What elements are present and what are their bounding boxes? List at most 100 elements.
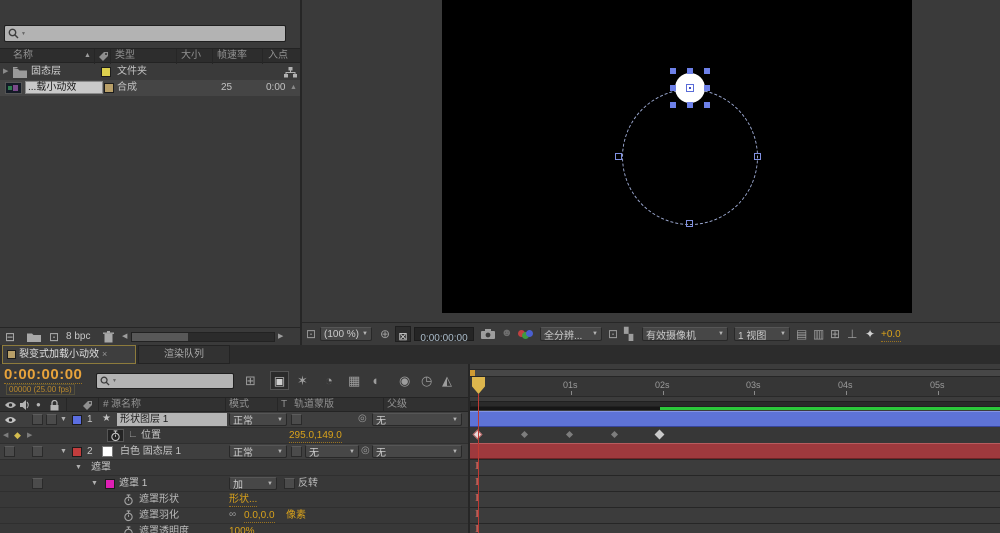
anchor-point-gizmo[interactable] [686, 84, 694, 92]
mask-feather-value[interactable]: 0.0,0.0 [244, 510, 275, 523]
stopwatch-icon[interactable] [123, 526, 134, 533]
exposure-value[interactable]: +0.0 [881, 329, 901, 342]
trkmat-dropdown[interactable]: 无 ▼ [305, 445, 359, 458]
property-label[interactable]: 位置 [141, 430, 161, 442]
mini-flowchart-icon[interactable]: ⊞ [245, 374, 256, 387]
expand-icon[interactable]: ▼ [60, 416, 67, 423]
tab-render-queue[interactable]: 渲染队列 [138, 345, 230, 364]
expand-icon[interactable]: ▼ [60, 448, 67, 455]
mask-path-circle[interactable] [622, 89, 758, 225]
label-tag-icon[interactable] [82, 400, 93, 411]
column-t[interactable]: T [281, 399, 287, 411]
label-color-swatch[interactable] [104, 83, 114, 93]
mask-invert-checkbox[interactable] [284, 478, 295, 489]
label-color-swatch[interactable] [101, 67, 111, 77]
pickwhip-icon[interactable]: ◎ [361, 446, 370, 456]
always-preview-icon[interactable]: ⊡ [306, 328, 316, 340]
stopwatch-icon[interactable] [123, 494, 134, 506]
keyframe[interactable] [520, 430, 529, 439]
mask-path-value[interactable]: 形状... [229, 494, 258, 507]
tab-composition[interactable]: 裂变式加载小动效 × [2, 345, 136, 364]
mask-mode-dropdown[interactable]: 加 ▼ [229, 477, 277, 490]
stopwatch-icon[interactable] [123, 510, 134, 522]
scroll-right-icon[interactable]: ▶ [278, 333, 283, 340]
column-mode[interactable]: 模式 [229, 399, 249, 411]
layer-bar-shape[interactable] [470, 411, 1000, 427]
mask-opacity-row[interactable]: 遮罩透明度 100% [0, 524, 468, 533]
property-label[interactable]: 遮罩形状 [139, 494, 179, 506]
motion-blur-icon[interactable]: ◖ [371, 374, 379, 387]
blend-mode-dropdown[interactable]: 正常 ▼ [229, 413, 287, 426]
selection-handle[interactable] [704, 102, 710, 108]
property-row-position[interactable]: ◀ ◆ ▶ ∟ 位置 295.0,149.0 [0, 428, 468, 444]
live-update-button[interactable]: ▣ [270, 371, 289, 390]
column-name[interactable]: 名称 [13, 50, 33, 62]
pickwhip-icon[interactable]: ◎ [358, 414, 367, 424]
mask-feather-row[interactable]: 遮罩羽化 ∞ 0.0,0.0 像素 [0, 508, 468, 524]
property-label[interactable]: 遮罩羽化 [139, 510, 179, 522]
expand-icon[interactable]: ▼ [75, 464, 82, 471]
region-of-interest-button[interactable]: ⊠ [395, 326, 411, 343]
selection-handle[interactable] [670, 85, 676, 91]
timeline-search[interactable]: ▼ [96, 373, 234, 389]
t-toggle[interactable] [291, 414, 302, 425]
audio-toggle[interactable] [32, 414, 43, 425]
scroll-left-icon[interactable]: ◀ [122, 333, 127, 340]
mask-name[interactable]: 遮罩 1 [119, 478, 147, 490]
selection-handle[interactable] [687, 102, 693, 108]
trash-icon[interactable] [103, 331, 114, 343]
layer-label-swatch[interactable] [72, 415, 82, 425]
column-fps[interactable]: 帧速率 [217, 50, 247, 62]
mask-invert-label[interactable]: 反转 [298, 478, 318, 490]
mask-vertex-handle[interactable] [686, 220, 693, 227]
resolution-dropdown[interactable]: 全分辨... ▼ [540, 327, 602, 341]
index-column[interactable]: # [103, 399, 109, 411]
horizontal-scrollbar[interactable] [131, 332, 275, 342]
t-toggle[interactable] [291, 446, 302, 457]
project-search-input[interactable] [25, 27, 282, 40]
layer-bar-solid[interactable] [470, 443, 1000, 459]
timeline-search-input[interactable] [116, 374, 230, 388]
video-toggle[interactable] [4, 446, 15, 457]
transparency-grid-icon[interactable]: ▚ [624, 328, 633, 340]
time-ruler[interactable]: 0s 01s 02s 03s 04s 05s [470, 377, 1000, 397]
keyframe-prev-icon[interactable]: ◀ [3, 432, 8, 439]
frame-blend-icon[interactable]: ▦ [348, 374, 360, 387]
project-row-composition[interactable]: ...载小动效 合成 25 0:00 ▲ [0, 80, 302, 96]
bit-depth-label[interactable]: 8 bpc [66, 331, 90, 343]
channel-rgb-icon[interactable] [518, 330, 534, 339]
safe-margins-icon[interactable]: ⊕ [380, 328, 390, 340]
graph-include-icon[interactable]: ∟ [128, 430, 138, 440]
tab-close-icon[interactable]: × [102, 350, 107, 359]
composition-viewport[interactable] [442, 0, 912, 313]
graph-editor-icon[interactable]: ◭ [442, 374, 452, 387]
mask-vertex-handle[interactable] [615, 153, 622, 160]
column-in[interactable]: 入点 [268, 50, 288, 62]
interpret-footage-icon[interactable]: ⊟ [5, 331, 15, 343]
item-name-edit[interactable]: ...载小动效 [25, 81, 103, 94]
scrollbar-thumb[interactable] [132, 333, 188, 341]
property-label[interactable]: 遮罩透明度 [139, 526, 189, 533]
timeline-jump-icon[interactable]: ⊞ [830, 328, 840, 340]
parent-dropdown[interactable]: 无 ▼ [372, 413, 462, 426]
navigator-start-handle[interactable] [470, 370, 475, 376]
layer-row-shape[interactable]: ▼ 1 ★ 形状图层 1 正常 ▼ ◎ 无 ▼ [0, 412, 468, 428]
selection-handle[interactable] [704, 68, 710, 74]
shy-layers-icon[interactable]: ◔ [325, 374, 333, 387]
keyframe-add-icon[interactable]: ◆ [14, 431, 21, 440]
video-eye-icon[interactable] [4, 416, 17, 424]
project-settings-icon[interactable]: ⊡ [49, 331, 59, 343]
project-row-folder[interactable]: ▶ 固态层 文件夹 [0, 64, 302, 80]
mask-path-row[interactable]: 遮罩形状 形状... [0, 492, 468, 508]
masks-group-row[interactable]: ▼ 遮罩 [0, 460, 468, 476]
keyframe[interactable] [565, 430, 574, 439]
selection-handle[interactable] [687, 68, 693, 74]
show-snapshot-icon[interactable]: ☻ [501, 328, 513, 339]
sort-asc-icon[interactable]: ▲ [84, 52, 91, 59]
pixel-aspect-icon[interactable]: ▥ [813, 328, 824, 340]
column-source-name[interactable]: 源名称 [111, 399, 141, 411]
column-trkmat[interactable]: 轨道蒙版 [294, 399, 334, 411]
mask-row[interactable]: ▼ 遮罩 1 加 ▼ 反转 [0, 476, 468, 492]
mask-opacity-value[interactable]: 100% [229, 526, 255, 533]
flowchart-icon[interactable]: ⊥ [847, 328, 857, 340]
